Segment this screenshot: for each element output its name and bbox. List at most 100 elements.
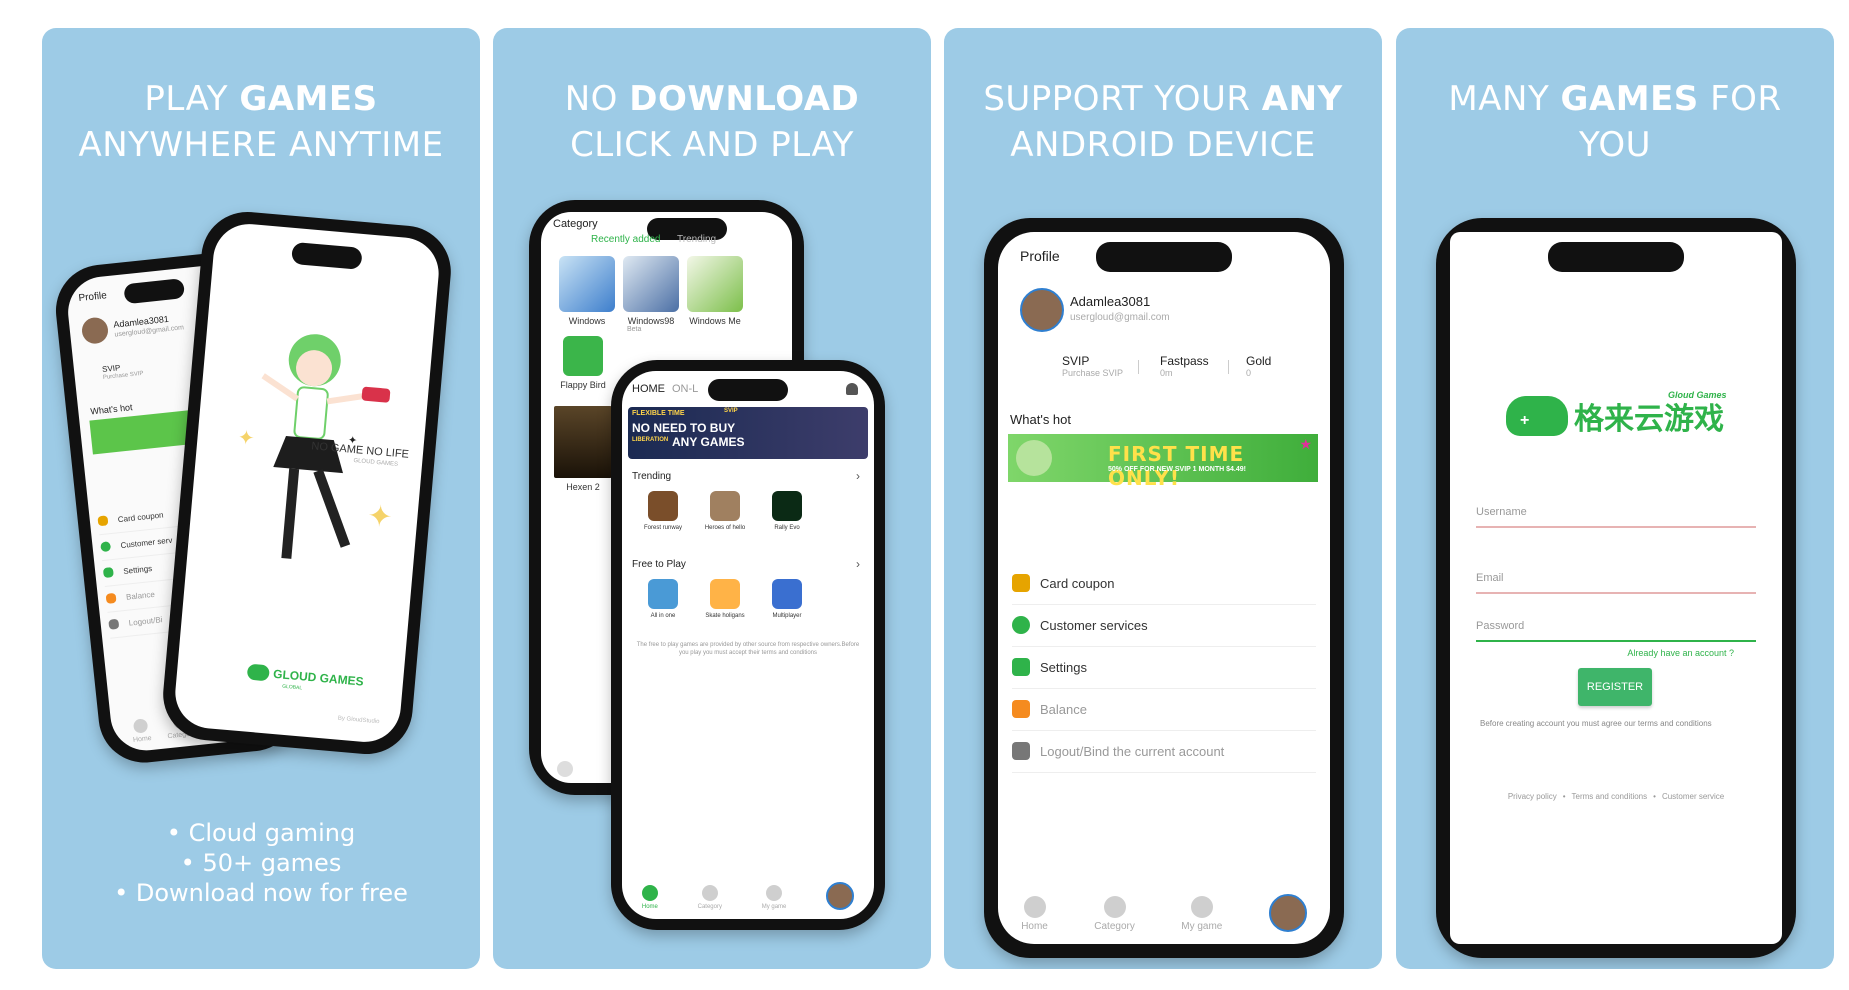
- game-tile[interactable]: Rally Evo: [760, 491, 814, 531]
- customer-service-link[interactable]: Customer service: [1662, 792, 1724, 801]
- brand-cn: 格来云游戏: [1574, 402, 1724, 437]
- phone-profile: Profile Adamlea3081 usergloud@gmail.com …: [984, 218, 1344, 958]
- bottom-nav: Home Category My game: [998, 884, 1330, 944]
- headset-icon: [100, 541, 112, 553]
- gloud-logo-sub: GLOBAL: [281, 683, 303, 692]
- avatar[interactable]: [1020, 288, 1064, 332]
- nav-category[interactable]: Category: [698, 884, 722, 910]
- profile-title: Profile: [1020, 248, 1060, 264]
- footer-dot: •: [1653, 792, 1656, 801]
- whats-hot: What's hot: [89, 402, 133, 417]
- logout-icon: [108, 618, 120, 630]
- stat-fastpass[interactable]: Fastpass 0m: [1160, 354, 1209, 378]
- email: usergloud@gmail.com: [1070, 312, 1170, 323]
- game-tile[interactable]: Flappy Bird: [547, 336, 619, 390]
- nav-home[interactable]: Home: [131, 718, 152, 744]
- coupon-icon: [97, 515, 109, 527]
- phone-splash: ✦ ✦ ✦ NO GAME NO LIFE GLOUD GAMES GLOUD …: [159, 208, 455, 758]
- bell-icon[interactable]: [846, 383, 858, 395]
- wallet-icon: [105, 592, 117, 604]
- game-tile[interactable]: Windows98: [615, 256, 687, 326]
- menu-card-coupon[interactable]: Card coupon: [1012, 562, 1316, 605]
- gear-icon: [1012, 658, 1030, 676]
- tab-trending[interactable]: Trending: [677, 234, 716, 245]
- avatar[interactable]: [826, 881, 855, 913]
- game-tile[interactable]: Multiplayer: [760, 579, 814, 619]
- register-button[interactable]: REGISTER: [1578, 668, 1652, 706]
- nav-avatar[interactable]: [1268, 893, 1307, 935]
- gear-icon: [102, 567, 114, 579]
- svg-text:✦: ✦: [237, 425, 256, 450]
- coupon-icon: [1012, 574, 1030, 592]
- home-icon[interactable]: [557, 761, 573, 777]
- menu-customer-services[interactable]: Customer services: [1012, 604, 1316, 647]
- game-tile[interactable]: Skate holigans: [698, 579, 752, 619]
- beta-badge: Beta: [627, 326, 642, 333]
- gloud-logo: + 格来云游戏: [1506, 394, 1724, 438]
- profile-title: Profile: [78, 290, 108, 305]
- panel-no-download: NO DOWNLOAD CLICK AND PLAY Category Rece…: [493, 28, 931, 969]
- trending-heading: Trending: [632, 471, 672, 482]
- promo-banner[interactable]: FLEXIBLE TIME SVIP NO NEED TO BUY LIBERA…: [628, 407, 868, 459]
- menu-logout[interactable]: Logout/Bind the current account: [1012, 730, 1316, 773]
- bullet-item: • Download now for free: [114, 879, 408, 907]
- game-tile[interactable]: Heroes of hello: [698, 491, 752, 531]
- email-field[interactable]: Email: [1476, 564, 1756, 594]
- credit: By GloudStudio: [337, 715, 380, 726]
- svg-text:✦: ✦: [366, 498, 394, 535]
- game-tile[interactable]: Forest runway: [636, 491, 690, 531]
- free-to-play-heading: Free to Play: [632, 559, 686, 570]
- logout-icon: [1012, 742, 1030, 760]
- chevron-right-icon[interactable]: ›: [856, 557, 860, 571]
- menu-settings[interactable]: Settings: [1012, 646, 1316, 689]
- tab-recently-added[interactable]: Recently added: [591, 234, 661, 245]
- terms-link[interactable]: Terms and conditions: [1572, 792, 1648, 801]
- hot-banner[interactable]: FIRST TIME ONLY! 50% OFF FOR NEW SVIP 1 …: [1008, 434, 1318, 490]
- stat-divider: [1228, 360, 1229, 374]
- category-title: Category: [553, 218, 598, 230]
- game-tile[interactable]: Hexen 2: [547, 406, 619, 492]
- game-tile[interactable]: All in one: [636, 579, 690, 619]
- gloud-logo: GLOUD GAMES: [246, 663, 365, 690]
- nav-my-game[interactable]: My game: [762, 884, 786, 910]
- username-field[interactable]: Username: [1476, 498, 1756, 528]
- gamepad-icon: [246, 663, 270, 682]
- have-account-link[interactable]: Already have an account ?: [1627, 648, 1734, 658]
- phone-register: + 格来云游戏 Gloud Games Username Email Passw…: [1436, 218, 1796, 958]
- headset-icon: [1012, 616, 1030, 634]
- whats-hot-heading: What's hot: [1010, 412, 1072, 427]
- footer-links: Privacy policy • Terms and conditions • …: [1462, 792, 1770, 801]
- mascot-icon: [1016, 440, 1052, 476]
- panel-headline: MANY GAMES FOR YOU: [1448, 79, 1782, 165]
- cloud-gamepad-icon: +: [1506, 396, 1568, 436]
- nav-my-game[interactable]: My game: [1181, 896, 1222, 932]
- privacy-link[interactable]: Privacy policy: [1508, 792, 1557, 801]
- panel-headline: SUPPORT YOUR ANY ANDROID DEVICE: [983, 79, 1343, 165]
- footer-dot: •: [1562, 792, 1566, 801]
- stat-gold[interactable]: Gold 0: [1246, 354, 1271, 378]
- bullet-item: • 50+ games: [180, 849, 342, 877]
- nav-category[interactable]: Category: [1094, 896, 1135, 932]
- tab-online[interactable]: ON-L: [672, 383, 698, 395]
- wallet-icon: [1012, 700, 1030, 718]
- stat-svip[interactable]: SVIP Purchase SVIP: [1062, 354, 1123, 378]
- avatar: [80, 316, 110, 345]
- panel-play-games: PLAY GAMES ANYWHERE ANYTIME Profile Adam…: [42, 28, 480, 969]
- username: Adamlea3081: [1070, 294, 1151, 309]
- panel-headline: NO DOWNLOAD CLICK AND PLAY: [564, 79, 860, 165]
- brand-en: Gloud Games: [1668, 390, 1727, 400]
- game-tile[interactable]: Windows: [551, 256, 623, 326]
- password-field[interactable]: Password: [1476, 612, 1756, 642]
- nav-home[interactable]: Home: [641, 884, 658, 910]
- menu-balance[interactable]: Balance: [1012, 688, 1316, 731]
- terms-note: Before creating account you must agree o…: [1480, 719, 1712, 728]
- bullet-item: • Cloud gaming: [166, 819, 356, 847]
- nav-home[interactable]: Home: [1021, 896, 1048, 932]
- game-tile[interactable]: Windows Me: [679, 256, 751, 326]
- stat-divider: [1138, 360, 1139, 374]
- feature-bullets: • Cloud gaming • 50+ games • Download no…: [42, 818, 480, 908]
- tab-home[interactable]: HOME: [632, 383, 665, 395]
- chevron-right-icon[interactable]: ›: [856, 469, 860, 483]
- disclaimer: The free to play games are provided by o…: [636, 642, 860, 656]
- bottom-nav: Home Category My game: [622, 875, 874, 919]
